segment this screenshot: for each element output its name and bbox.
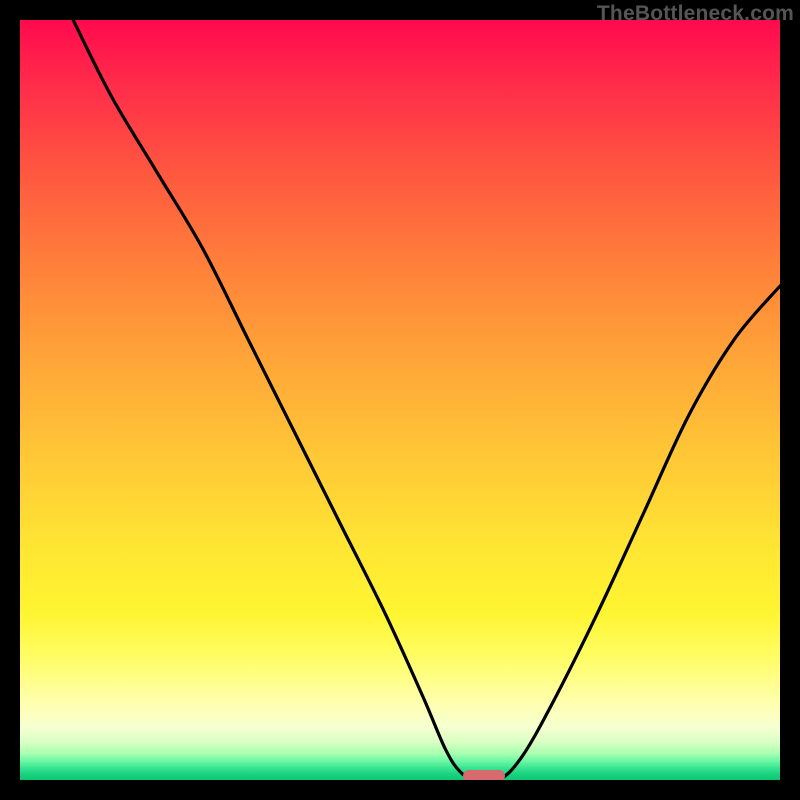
plot-area — [20, 20, 780, 780]
chart-frame: TheBottleneck.com — [0, 0, 800, 800]
optimal-point-marker — [463, 770, 505, 780]
bottleneck-curve — [20, 20, 780, 780]
watermark-text: TheBottleneck.com — [597, 2, 794, 26]
